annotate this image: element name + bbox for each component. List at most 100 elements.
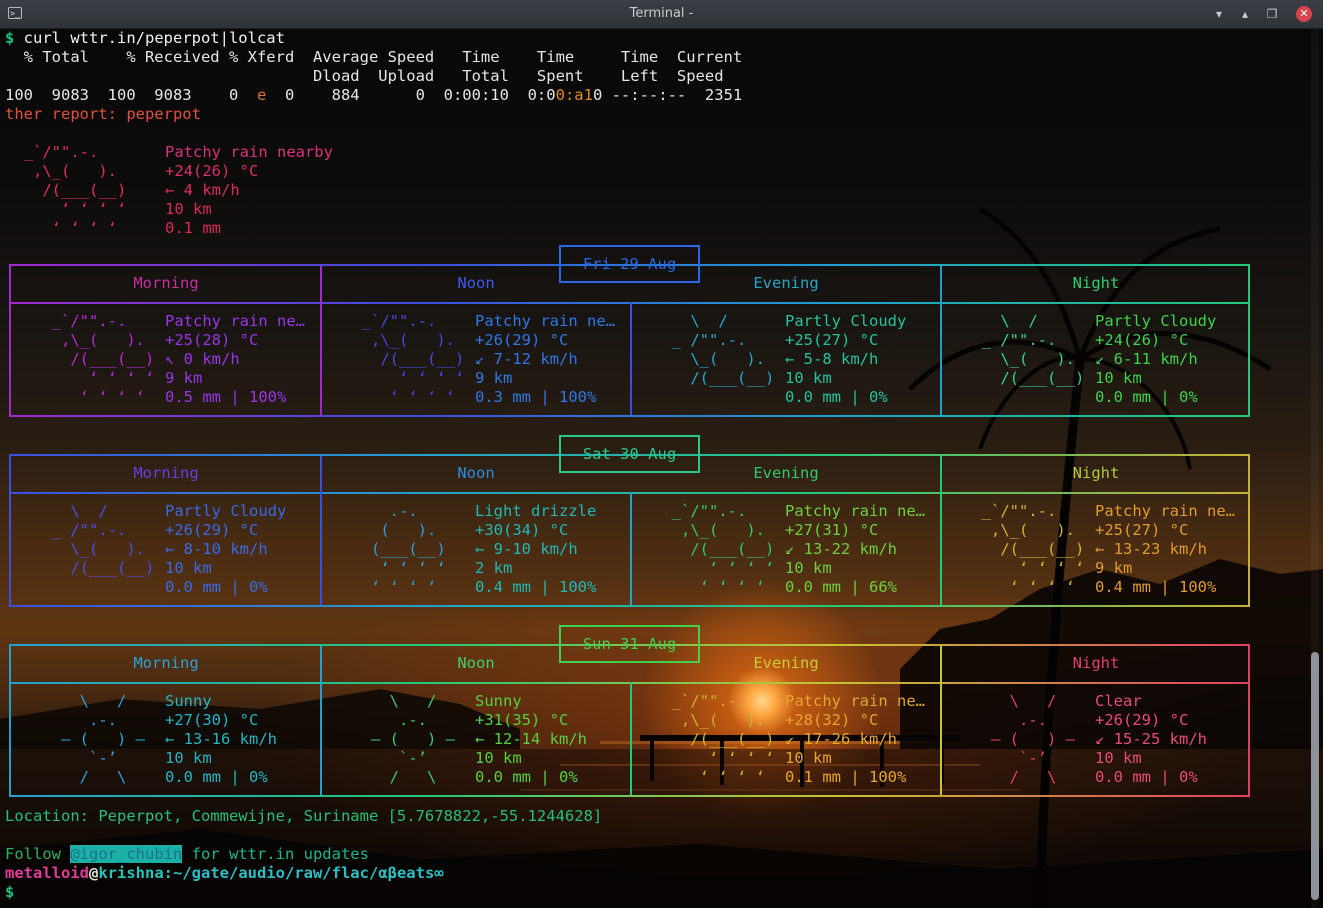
precipitation-text: 0.4 mm | 100% bbox=[1095, 578, 1217, 596]
ascii-art-line bbox=[33, 578, 164, 597]
weather-details: Sunny +27(30) °C ← 13-16 km/h 10 km 0.0 mm |… bbox=[165, 692, 277, 787]
prompt-user: metalloid bbox=[5, 864, 89, 882]
ascii-art-line: .-. bbox=[963, 711, 1094, 729]
ascii-art-line: ,\_( ). bbox=[33, 331, 164, 349]
scrollbar-thumb[interactable] bbox=[1311, 652, 1319, 900]
temperature-text: +25(27) °C bbox=[1095, 521, 1189, 539]
condition-text: Light drizzle bbox=[475, 502, 597, 520]
weather-details: Patchy rain ne… +26(29) °C ↙ 7-12 km/h 9 km… bbox=[475, 312, 615, 407]
prompt-path: :~/gate/audio/raw/flac/αβeats∞ bbox=[163, 864, 444, 882]
ascii-art-line: ʻ ʻ ʻ ʻ bbox=[963, 559, 1094, 577]
shell-prompt-line: metalloid@krishna:~/gate/audio/raw/flac/… bbox=[5, 864, 444, 883]
period-header: Morning bbox=[133, 274, 199, 292]
command-text: curl wttr.in/peperpot|lolcat bbox=[14, 29, 285, 47]
prompt-host: krishna bbox=[98, 864, 164, 882]
temperature-text: +30(34) °C bbox=[475, 521, 569, 539]
ascii-art-line: `-’ bbox=[343, 749, 474, 767]
weather-details: Patchy rain ne… +25(27) °C ← 13-23 km/h 9 k… bbox=[1095, 502, 1235, 597]
ascii-art-line: /(___(__) bbox=[5, 181, 136, 199]
curl-progress-part: e bbox=[256, 86, 267, 104]
precipitation-text: 0.1 mm bbox=[165, 219, 221, 237]
precipitation-text: 0.0 mm | 66% bbox=[785, 578, 897, 596]
ascii-art-line: ʻ ʻ ʻ ʻ bbox=[343, 559, 474, 577]
weather-art: _`/"".-. ,\_( ). /(___(__) ʻ ʻ ʻ ʻ ʻ ʻ ʻ… bbox=[653, 692, 784, 787]
ascii-art-line: /(___(__) bbox=[343, 350, 474, 368]
ascii-art-line: ʻ ʻ ʻ ʻ bbox=[5, 200, 136, 218]
visibility-text: 10 km bbox=[165, 559, 212, 577]
precipitation-text: 0.0 mm | 0% bbox=[165, 578, 268, 596]
temperature-text: +27(30) °C bbox=[165, 711, 259, 729]
visibility-text: 10 km bbox=[785, 369, 832, 387]
weather-details: Sunny +31(35) °C ← 12-14 km/h 10 km 0.0 mm |… bbox=[475, 692, 587, 787]
ascii-art-line: ʻ ʻ ʻ ʻ bbox=[653, 768, 784, 786]
temperature-text: +25(28) °C bbox=[165, 331, 259, 349]
forecast-day-table: Morning Noon Evening Night \ / _ /"".-. \_(… bbox=[9, 454, 1250, 607]
period-header: Morning bbox=[133, 654, 199, 672]
period-header: Night bbox=[1072, 274, 1120, 292]
curl-header-2: Dload Upload Total Spent Left Speed bbox=[5, 67, 724, 85]
title-bar: >_ Terminal - ▾ ▴ ❐ ✕ bbox=[0, 0, 1323, 29]
ascii-art-line bbox=[653, 388, 784, 407]
wind-text: ↙ 7-12 km/h bbox=[475, 350, 578, 368]
ascii-art-line: \ / bbox=[343, 692, 474, 710]
ascii-art-line: /(___(__) bbox=[963, 369, 1094, 387]
ascii-art-line: ʻ ʻ ʻ ʻ bbox=[5, 219, 136, 237]
close-button[interactable]: ✕ bbox=[1296, 6, 1312, 22]
forecast-cell: \ / _ /"".-. \_( ). /(___(__) Partly Clo… bbox=[631, 304, 940, 418]
ascii-art-line: _`/"".-. bbox=[653, 692, 784, 710]
temperature-text: +25(27) °C bbox=[785, 331, 879, 349]
temperature-text: +26(29) °C bbox=[165, 521, 259, 539]
precipitation-text: 0.0 mm | 0% bbox=[165, 768, 268, 786]
ascii-art-line: /(___(__) bbox=[33, 350, 164, 368]
condition-text: Partly Cloudy bbox=[785, 312, 907, 330]
visibility-text: 2 km bbox=[475, 559, 513, 577]
ascii-art-line: ʻ ʻ ʻ ʻ bbox=[653, 749, 784, 767]
ascii-art-line: (___(__) bbox=[343, 540, 474, 558]
wind-text: ← 9-10 km/h bbox=[475, 540, 578, 558]
precipitation-text: 0.0 mm | 0% bbox=[1095, 768, 1198, 786]
ascii-art-line: \ / bbox=[33, 692, 164, 710]
wind-text: ← 5-8 km/h bbox=[785, 350, 879, 368]
ascii-art-line: _`/"".-. bbox=[653, 502, 784, 520]
current-weather-info: Patchy rain nearby +24(26) °C ← 4 km/h 10 k… bbox=[165, 143, 333, 238]
date-label: Fri 29 Aug bbox=[559, 245, 700, 283]
wind-text: ← 13-16 km/h bbox=[165, 730, 277, 748]
temperature-text: +31(35) °C bbox=[475, 711, 569, 729]
curl-progress-part: 100 9083 100 9083 0 bbox=[5, 86, 257, 104]
condition-text: Patchy rain ne… bbox=[1095, 502, 1235, 520]
ascii-art-line: `-’ bbox=[963, 749, 1094, 767]
ascii-art-line: ʻ ʻ ʻ ʻ bbox=[33, 388, 164, 406]
weather-art: _`/"".-. ,\_( ). /(___(__) ʻ ʻ ʻ ʻ ʻ ʻ ʻ… bbox=[343, 312, 474, 407]
precipitation-text: 0.5 mm | 100% bbox=[165, 388, 287, 406]
period-header: Night bbox=[1072, 654, 1120, 672]
weather-art: \ / .-. ― ( ) ― `-’ / \ bbox=[963, 692, 1094, 787]
ascii-art-line: ,\_( ). bbox=[963, 521, 1094, 539]
location-line: Location: Peperpot, Commewijne, Suriname… bbox=[5, 807, 603, 825]
ascii-art-line: ,\_( ). bbox=[653, 711, 784, 729]
period-header: Night bbox=[1072, 464, 1120, 482]
maximize-button[interactable]: ▴ bbox=[1237, 6, 1253, 22]
restore-button[interactable]: ❐ bbox=[1264, 6, 1280, 22]
ascii-art-line bbox=[963, 388, 1094, 407]
ascii-art-line: ʻ ʻ ʻ ʻ bbox=[653, 559, 784, 577]
curl-progress-part: 0 --:--:-- 2351 bbox=[592, 86, 743, 104]
weather-details: Patchy rain ne… +27(31) °C ↙ 13-22 km/h 10 … bbox=[785, 502, 925, 597]
ascii-art-line: ,\_( ). bbox=[5, 162, 136, 180]
final-prompt[interactable]: $ bbox=[5, 883, 14, 902]
ascii-art-line: /(___(__) bbox=[653, 369, 784, 387]
ascii-art-line: ʻ ʻ ʻ ʻ bbox=[653, 578, 784, 596]
precipitation-text: 0.0 mm | 0% bbox=[475, 768, 578, 786]
ascii-art-line: /(___(__) bbox=[653, 730, 784, 748]
author-link[interactable]: @igor_chubin bbox=[70, 845, 183, 863]
ascii-art-line: ʻ ʻ ʻ ʻ bbox=[343, 369, 474, 387]
terminal-area[interactable]: $ curl wttr.in/peperpot|lolcat % Total %… bbox=[0, 29, 1323, 908]
weather-art: \ / _ /"".-. \_( ). /(___(__) bbox=[653, 312, 784, 407]
ascii-art-line: \_( ). bbox=[653, 350, 784, 368]
ascii-art-line: _`/"".-. bbox=[963, 502, 1094, 520]
ascii-art-line: / \ bbox=[343, 768, 474, 786]
condition-text: Patchy rain ne… bbox=[785, 692, 925, 710]
condition-text: Patchy rain nearby bbox=[165, 143, 333, 161]
visibility-text: 9 km bbox=[1095, 559, 1133, 577]
minimize-button[interactable]: ▾ bbox=[1211, 6, 1227, 22]
ascii-art-line: ʻ ʻ ʻ ʻ bbox=[343, 578, 474, 596]
